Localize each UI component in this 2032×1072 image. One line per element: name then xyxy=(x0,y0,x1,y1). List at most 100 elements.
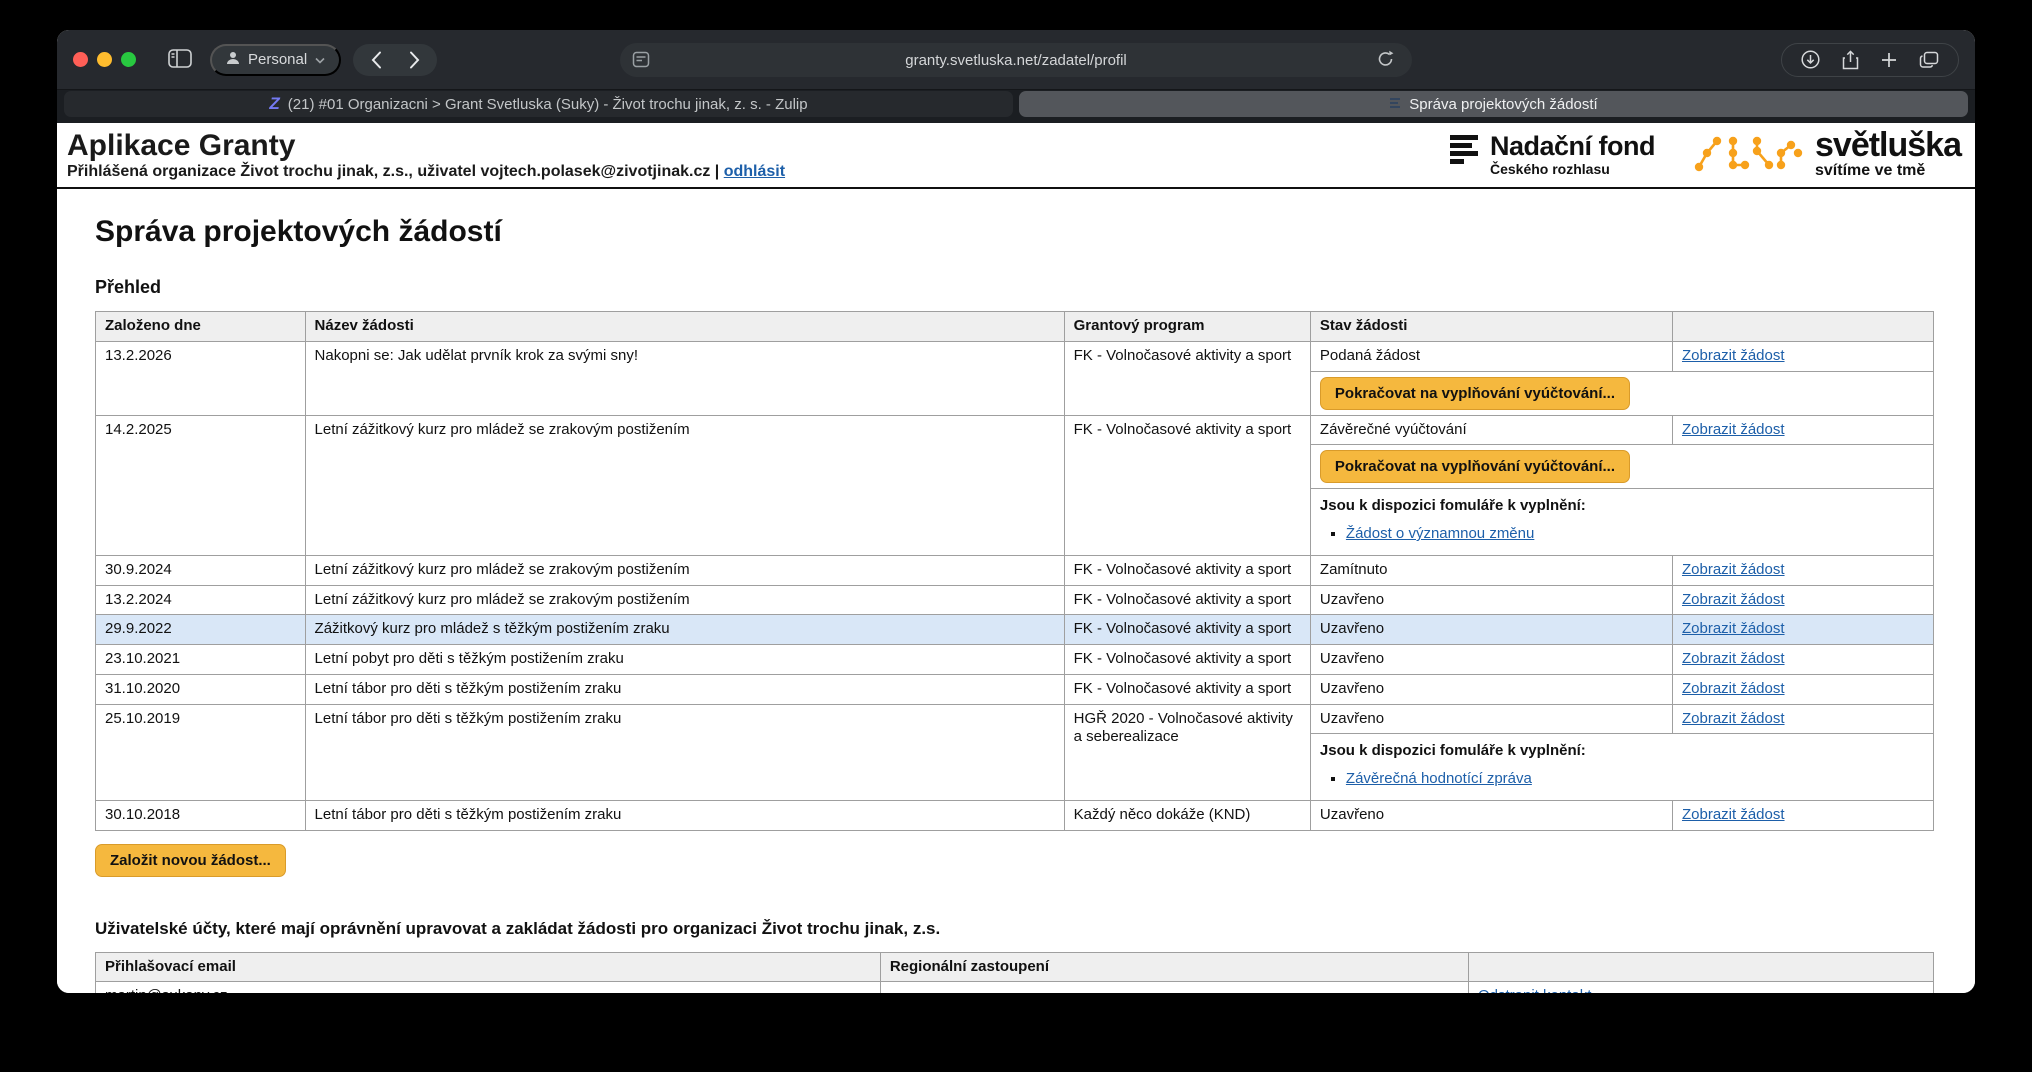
application-name: Letní zážitkový kurz pro mládež se zrako… xyxy=(305,585,1064,615)
account-email: martin@sukany.cz xyxy=(96,982,881,993)
application-program: FK - Volnočasové aktivity a sport xyxy=(1064,645,1310,675)
application-action-cell: Zobrazit žádost xyxy=(1672,415,1933,445)
address-bar[interactable]: granty.svetluska.net/zadatel/profil xyxy=(620,43,1412,77)
application-date: 30.9.2024 xyxy=(96,555,306,585)
close-window-button[interactable] xyxy=(73,52,88,67)
tab-overview-button[interactable] xyxy=(1908,51,1950,69)
col-header-region: Regionální zastoupení xyxy=(880,952,1468,982)
application-row: 13.2.2024Letní zážitkový kurz pro mládež… xyxy=(96,585,1934,615)
logout-link[interactable]: odhlásit xyxy=(724,163,785,180)
page-settings-icon[interactable] xyxy=(632,51,650,72)
nadacni-fond-logo: Nadační fond Českého rozhlasu xyxy=(1450,133,1655,177)
view-application-link[interactable]: Zobrazit žádost xyxy=(1682,591,1785,608)
account-region: — xyxy=(880,982,1468,993)
application-status: Zamítnuto xyxy=(1310,555,1672,585)
new-application-button[interactable]: Založit novou žádost... xyxy=(95,844,286,877)
forms-available-label: Jsou k dispozici fomuláře k vyplnění: xyxy=(1320,497,1924,516)
forms-list-item: Závěrečná hodnotící zpráva xyxy=(1346,770,1924,789)
account-action-cell: Odstranit kontakt xyxy=(1468,982,1933,993)
tab-zulip-title: (21) #01 Organizacni > Grant Svetluska (… xyxy=(288,96,808,113)
col-header-status: Stav žádosti xyxy=(1310,312,1672,342)
application-name: Letní zážitkový kurz pro mládež se zrako… xyxy=(305,555,1064,585)
partner-logos: Nadační fond Českého rozhlasu xyxy=(1450,130,1961,180)
accounts-heading: Uživatelské účty, které mají oprávnění u… xyxy=(95,919,1934,939)
application-date: 13.2.2024 xyxy=(96,585,306,615)
view-application-link[interactable]: Zobrazit žádost xyxy=(1682,680,1785,697)
application-status: Uzavřeno xyxy=(1310,645,1672,675)
application-program: FK - Volnočasové aktivity a sport xyxy=(1064,555,1310,585)
accounts-table: Přihlašovací email Regionální zastoupení… xyxy=(95,952,1934,994)
view-application-link[interactable]: Zobrazit žádost xyxy=(1682,650,1785,667)
application-status: Podaná žádost xyxy=(1310,341,1672,371)
application-name: Letní tábor pro děti s těžkým postižením… xyxy=(305,800,1064,830)
application-date: 14.2.2025 xyxy=(96,415,306,555)
share-button[interactable] xyxy=(1831,50,1870,70)
continue-accounting-button[interactable]: Pokračovat na vyplňování vyúčtování... xyxy=(1320,377,1630,410)
view-application-link[interactable]: Zobrazit žádost xyxy=(1682,620,1785,637)
back-button[interactable] xyxy=(357,45,395,75)
sidebar-icon xyxy=(168,49,192,71)
application-row: 29.9.2022Zážitkový kurz pro mládež s těž… xyxy=(96,615,1934,645)
application-row: 30.9.2024Letní zážitkový kurz pro mládež… xyxy=(96,555,1934,585)
application-program: Každý něco dokáže (KND) xyxy=(1064,800,1310,830)
application-forms-cell: Jsou k dispozici fomuláře k vyplnění: Žád… xyxy=(1310,489,1933,556)
application-action-cell: Zobrazit žádost xyxy=(1672,645,1933,675)
application-action-cell: Zobrazit žádost xyxy=(1672,341,1933,371)
application-action-cell: Zobrazit žádost xyxy=(1672,800,1933,830)
svitime-ve-tme-text: svítíme ve tmě xyxy=(1815,162,1961,180)
col-header-account-actions xyxy=(1468,952,1933,982)
ceskeho-rozhlasu-text: Českého rozhlasu xyxy=(1490,161,1655,177)
col-header-date: Založeno dne xyxy=(96,312,306,342)
zoom-window-button[interactable] xyxy=(121,52,136,67)
profile-switcher[interactable]: Personal xyxy=(210,44,341,76)
sidebar-toggle-button[interactable] xyxy=(162,49,198,71)
view-application-link[interactable]: Zobrazit žádost xyxy=(1682,561,1785,578)
application-status: Závěrečné vyúčtování xyxy=(1310,415,1672,445)
tab-sprava-title: Správa projektových žádostí xyxy=(1409,96,1597,113)
continue-accounting-button[interactable]: Pokračovat na vyplňování vyúčtování... xyxy=(1320,450,1630,483)
toolbar-right-cluster xyxy=(1781,43,1959,77)
application-program: FK - Volnočasové aktivity a sport xyxy=(1064,674,1310,704)
application-date: 30.10.2018 xyxy=(96,800,306,830)
application-program: HGŘ 2020 - Volnočasové aktivity a sebere… xyxy=(1064,704,1310,800)
logged-in-info: Přihlášená organizace Život trochu jinak… xyxy=(67,163,719,180)
new-tab-button[interactable] xyxy=(1870,52,1908,68)
tab-sprava-zadosti[interactable]: Správa projektových žádostí xyxy=(1019,91,1968,117)
downloads-button[interactable] xyxy=(1790,50,1831,69)
app-header: Aplikace Granty Přihlášená organizace Ži… xyxy=(57,123,1975,189)
view-application-link[interactable]: Zobrazit žádost xyxy=(1682,421,1785,438)
tab-bar: Z (21) #01 Organizacni > Grant Svetluska… xyxy=(57,90,1975,123)
application-status: Uzavřeno xyxy=(1310,800,1672,830)
app-header-left: Aplikace Granty Přihlášená organizace Ži… xyxy=(67,130,785,181)
tab-zulip[interactable]: Z (21) #01 Organizacni > Grant Svetluska… xyxy=(64,91,1013,117)
application-status: Uzavřeno xyxy=(1310,674,1672,704)
form-link[interactable]: Žádost o významnou změnu xyxy=(1346,525,1534,542)
view-application-link[interactable]: Zobrazit žádost xyxy=(1682,806,1785,823)
application-date: 29.9.2022 xyxy=(96,615,306,645)
form-link[interactable]: Závěrečná hodnotící zpráva xyxy=(1346,770,1532,787)
application-row: 25.10.2019Letní tábor pro děti s těžkým … xyxy=(96,704,1934,734)
application-program: FK - Volnočasové aktivity a sport xyxy=(1064,615,1310,645)
account-row: martin@sukany.cz— Odstranit kontakt xyxy=(96,982,1934,993)
forms-list: Závěrečná hodnotící zpráva xyxy=(1320,770,1924,789)
forms-list: Žádost o významnou změnu xyxy=(1320,525,1924,544)
col-header-email: Přihlašovací email xyxy=(96,952,881,982)
application-action-cell: Zobrazit žádost xyxy=(1672,674,1933,704)
minimize-window-button[interactable] xyxy=(97,52,112,67)
app-title: Aplikace Granty xyxy=(67,130,785,162)
application-action-cell: Zobrazit žádost xyxy=(1672,555,1933,585)
application-program: FK - Volnočasové aktivity a sport xyxy=(1064,415,1310,555)
view-application-link[interactable]: Zobrazit žádost xyxy=(1682,710,1785,727)
cesky-rozhlas-bars-icon xyxy=(1450,133,1480,174)
remove-contact-link[interactable]: Odstranit kontakt xyxy=(1478,987,1591,993)
reload-button[interactable] xyxy=(1371,49,1400,72)
page-content: Správa projektových žádostí Přehled Zalo… xyxy=(57,189,1975,993)
application-date: 25.10.2019 xyxy=(96,704,306,800)
nav-buttons xyxy=(353,44,437,76)
col-header-program: Grantový program xyxy=(1064,312,1310,342)
applications-header-row: Založeno dne Název žádosti Grantový prog… xyxy=(96,312,1934,342)
view-application-link[interactable]: Zobrazit žádost xyxy=(1682,347,1785,364)
chevron-down-icon xyxy=(315,51,325,68)
forms-available-label: Jsou k dispozici fomuláře k vyplnění: xyxy=(1320,742,1924,761)
forward-button[interactable] xyxy=(395,45,433,75)
